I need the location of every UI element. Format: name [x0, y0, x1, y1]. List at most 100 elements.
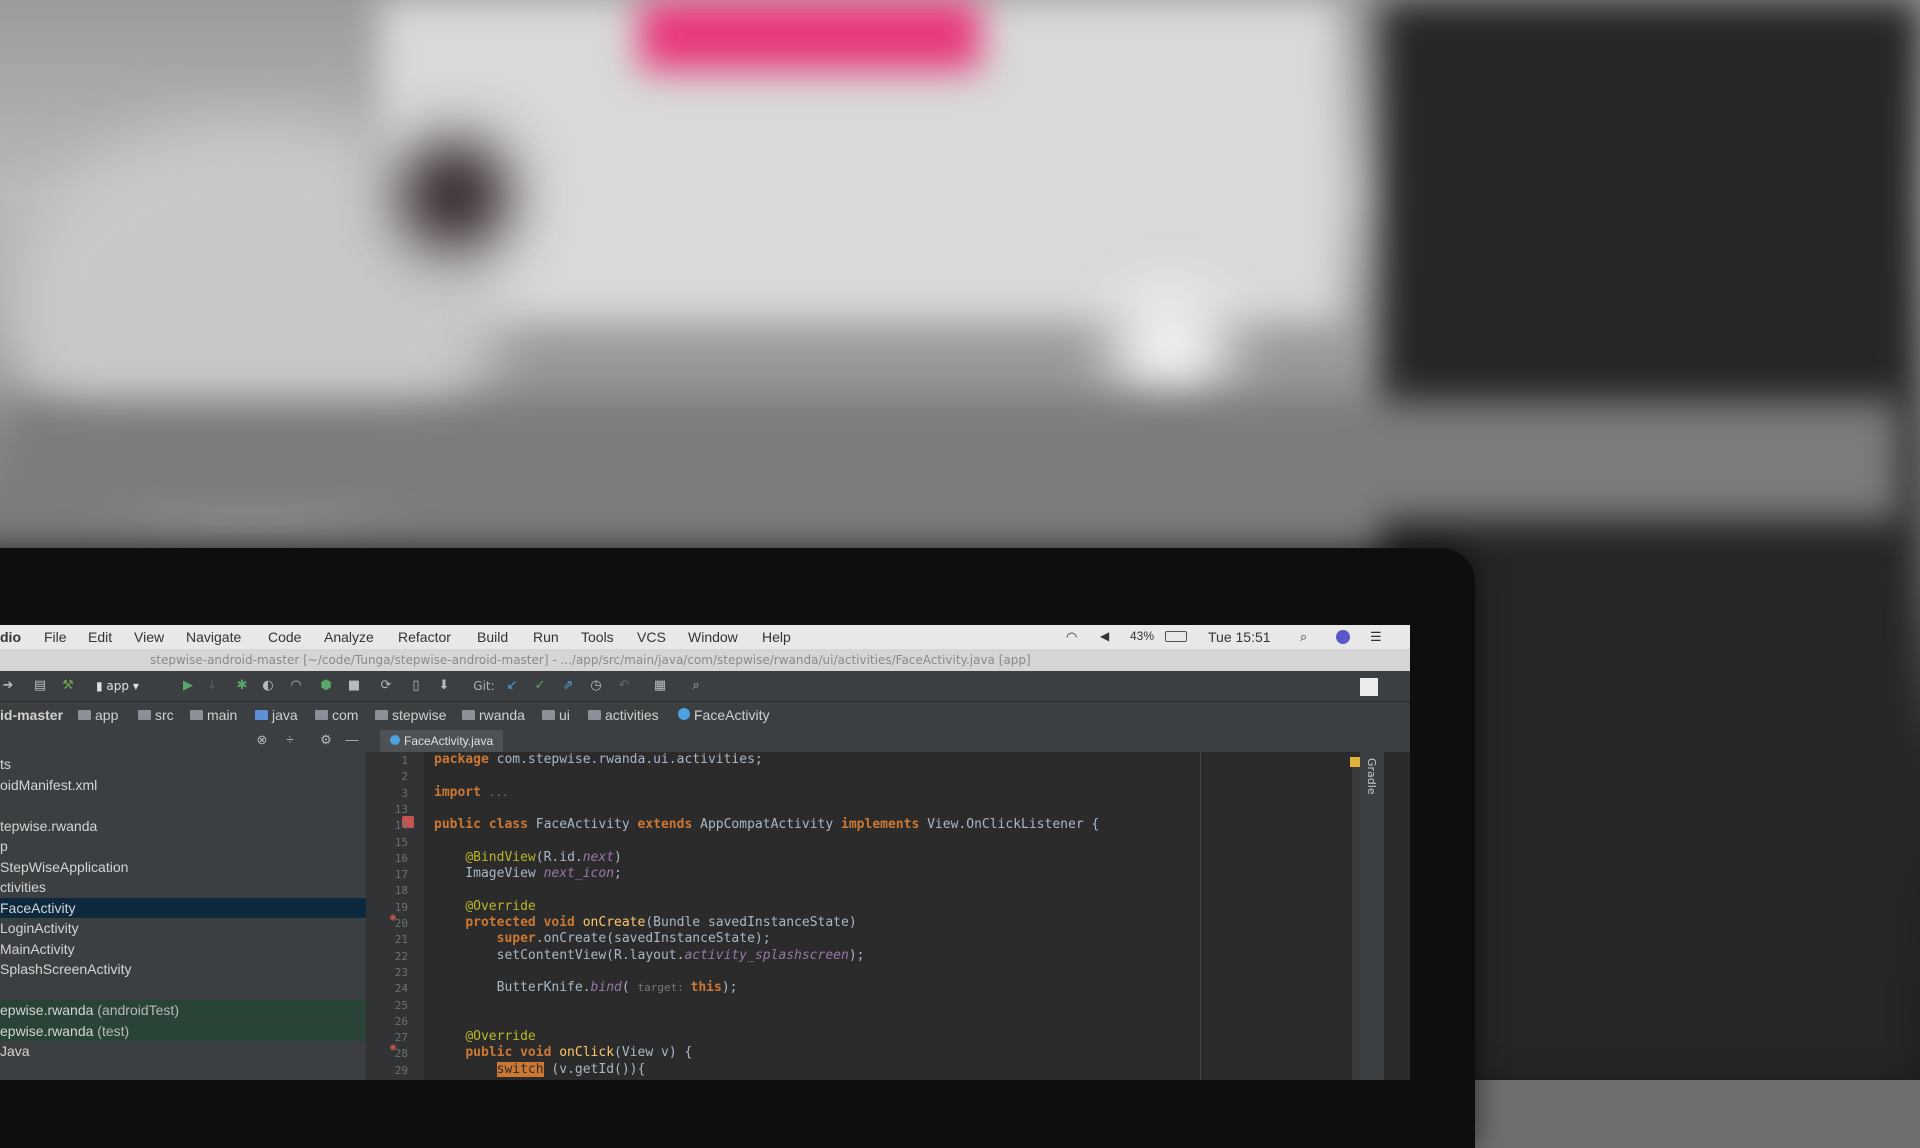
profile-icon[interactable]: ◐	[260, 678, 276, 694]
apply-changes-icon[interactable]: ⬢	[318, 678, 334, 694]
breadcrumb-faceactivity-label: FaceActivity	[694, 707, 770, 723]
breadcrumb-rwanda[interactable]: rwanda	[462, 707, 525, 723]
project-tree-item[interactable]: StepWiseApplication	[0, 857, 366, 877]
class-icon	[678, 708, 690, 720]
code-token: bind	[590, 980, 622, 996]
breadcrumb-java[interactable]: java	[255, 707, 298, 723]
vcs-update-icon[interactable]: ↙	[504, 678, 520, 694]
code-token: onCreate	[582, 915, 646, 930]
run-arrow-icon[interactable]: ↓	[204, 678, 220, 694]
code-token: next_icon	[543, 866, 615, 882]
project-tree-item[interactable]: LoginActivity	[0, 918, 366, 938]
avd-manager-icon[interactable]: ▯	[408, 678, 424, 694]
breadcrumb-src-label: src	[155, 707, 174, 723]
fist-blur	[400, 140, 510, 250]
project-tree-item-suffix: (androidTest)	[93, 1002, 179, 1018]
menu-window[interactable]: Window	[688, 629, 738, 645]
menu-run[interactable]: Run	[533, 629, 559, 645]
project-tree-item[interactable]: oidManifest.xml	[0, 775, 366, 795]
code-line: super.onCreate(savedInstanceState);	[434, 931, 771, 946]
vcs-commit-icon[interactable]: ✓	[532, 678, 548, 694]
forward-arrow-icon[interactable]: ➜	[0, 678, 16, 694]
vcs-revert-icon[interactable]: ↶	[616, 678, 632, 694]
code-line: package com.stepwise.rwanda.ui.activitie…	[434, 752, 763, 767]
project-tree-item-label: oidManifest.xml	[0, 776, 98, 793]
run-icon[interactable]: ▶	[180, 678, 196, 694]
menu-vcs[interactable]: VCS	[637, 629, 666, 645]
project-tree-item[interactable]: ts	[0, 754, 366, 774]
structure-icon[interactable]: ▤	[32, 678, 48, 694]
code-line: import ...	[434, 785, 509, 800]
breadcrumb-src[interactable]: src	[138, 707, 174, 723]
project-tree-item[interactable]: Java	[0, 1041, 366, 1061]
run-config-select[interactable]: ▮ app ▾	[96, 678, 160, 694]
project-tree-item[interactable]	[0, 795, 366, 815]
breadcrumb-project[interactable]: id-master	[0, 707, 63, 723]
build-hammer-icon[interactable]: ⚒	[60, 678, 76, 694]
breadcrumb-ui[interactable]: ui	[542, 707, 570, 723]
app-menu-name[interactable]: dio	[0, 629, 21, 645]
battery-icon[interactable]	[1165, 631, 1187, 642]
code-line: setContentView(R.layout.activity_splashs…	[434, 948, 865, 963]
breadcrumb-faceactivity[interactable]: FaceActivity	[678, 707, 769, 723]
breadcrumb-main-label: main	[207, 707, 238, 723]
project-tree-item[interactable]	[0, 980, 366, 1000]
project-tree-item[interactable]: FaceActivity	[0, 897, 366, 918]
warning-indicator-icon[interactable]	[1350, 757, 1360, 767]
project-tree-item[interactable]: tepwise.rwanda	[0, 816, 366, 836]
line-number: 20	[394, 917, 408, 930]
editor-tab-faceactivity[interactable]: FaceActivity.java	[380, 730, 504, 752]
menu-navigate[interactable]: Navigate	[186, 629, 241, 645]
project-structure-icon[interactable]: ▦	[652, 678, 668, 694]
volume-icon[interactable]: ◀	[1100, 629, 1109, 643]
breadcrumb-stepwise[interactable]: stepwise	[375, 707, 446, 723]
window-mode-icon[interactable]	[1360, 678, 1378, 696]
menu-refactor[interactable]: Refactor	[398, 629, 451, 645]
project-tree-item[interactable]: p	[0, 836, 366, 856]
code-token: package	[434, 752, 497, 767]
breadcrumb-app-label: app	[95, 707, 119, 723]
attach-debugger-icon[interactable]: ◠	[288, 678, 304, 694]
line-number: 26	[394, 1014, 408, 1028]
menu-help[interactable]: Help	[762, 629, 791, 645]
collapse-all-icon[interactable]: ⊗	[254, 732, 270, 748]
code-editor[interactable]: package com.stepwise.rwanda.ui.activitie…	[424, 752, 1376, 1080]
project-tree-item-label: FaceActivity	[0, 899, 76, 916]
vcs-history-icon[interactable]: ◷	[588, 678, 604, 694]
breadcrumb-main[interactable]: main	[190, 707, 237, 723]
menu-analyze[interactable]: Analyze	[324, 629, 374, 645]
menubar-clock[interactable]: Tue 15:51	[1208, 629, 1271, 645]
gradle-tool-button[interactable]: Gradle	[1365, 758, 1378, 795]
project-tree-item[interactable]: MainActivity	[0, 939, 366, 959]
hide-panel-icon[interactable]: —	[344, 732, 360, 748]
menu-file[interactable]: File	[44, 629, 67, 645]
debug-icon[interactable]: ✱	[234, 678, 250, 694]
editor-scrollbar[interactable]	[1350, 757, 1360, 1080]
stop-icon[interactable]: ■	[346, 678, 362, 694]
menu-tools[interactable]: Tools	[581, 629, 614, 645]
spotlight-search-icon[interactable]: ⌕	[1300, 629, 1307, 645]
search-icon[interactable]: ⌕	[688, 678, 704, 694]
project-tree-item[interactable]: epwise.rwanda (androidTest)	[0, 1000, 366, 1020]
menu-edit[interactable]: Edit	[88, 629, 112, 645]
menu-build[interactable]: Build	[477, 629, 508, 645]
wifi-icon[interactable]: ◠	[1066, 629, 1077, 645]
code-token: com.stepwise.rwanda.ui.activities;	[496, 752, 763, 767]
code-token: public void	[465, 1045, 560, 1061]
breadcrumb-com[interactable]: com	[315, 707, 358, 723]
breadcrumb-app[interactable]: app	[78, 707, 118, 723]
sdk-manager-icon[interactable]: ⬇	[436, 678, 452, 694]
breadcrumb-activities[interactable]: activities	[588, 707, 659, 723]
vcs-push-icon[interactable]: ⇗	[560, 678, 576, 694]
siri-icon[interactable]	[1336, 630, 1350, 644]
settings-gear-icon[interactable]: ⚙	[318, 732, 334, 748]
project-tree-item[interactable]: epwise.rwanda (test)	[0, 1020, 366, 1041]
line-number: 22	[394, 949, 408, 963]
menu-code[interactable]: Code	[268, 629, 301, 645]
notification-center-icon[interactable]: ☰	[1370, 629, 1382, 645]
scroll-from-source-icon[interactable]: ÷	[282, 732, 298, 748]
menu-view[interactable]: View	[134, 629, 164, 645]
project-tree-item[interactable]: SplashScreenActivity	[0, 959, 366, 979]
sync-gradle-icon[interactable]: ⟳	[378, 678, 394, 694]
project-tree-item[interactable]: ctivities	[0, 877, 366, 897]
